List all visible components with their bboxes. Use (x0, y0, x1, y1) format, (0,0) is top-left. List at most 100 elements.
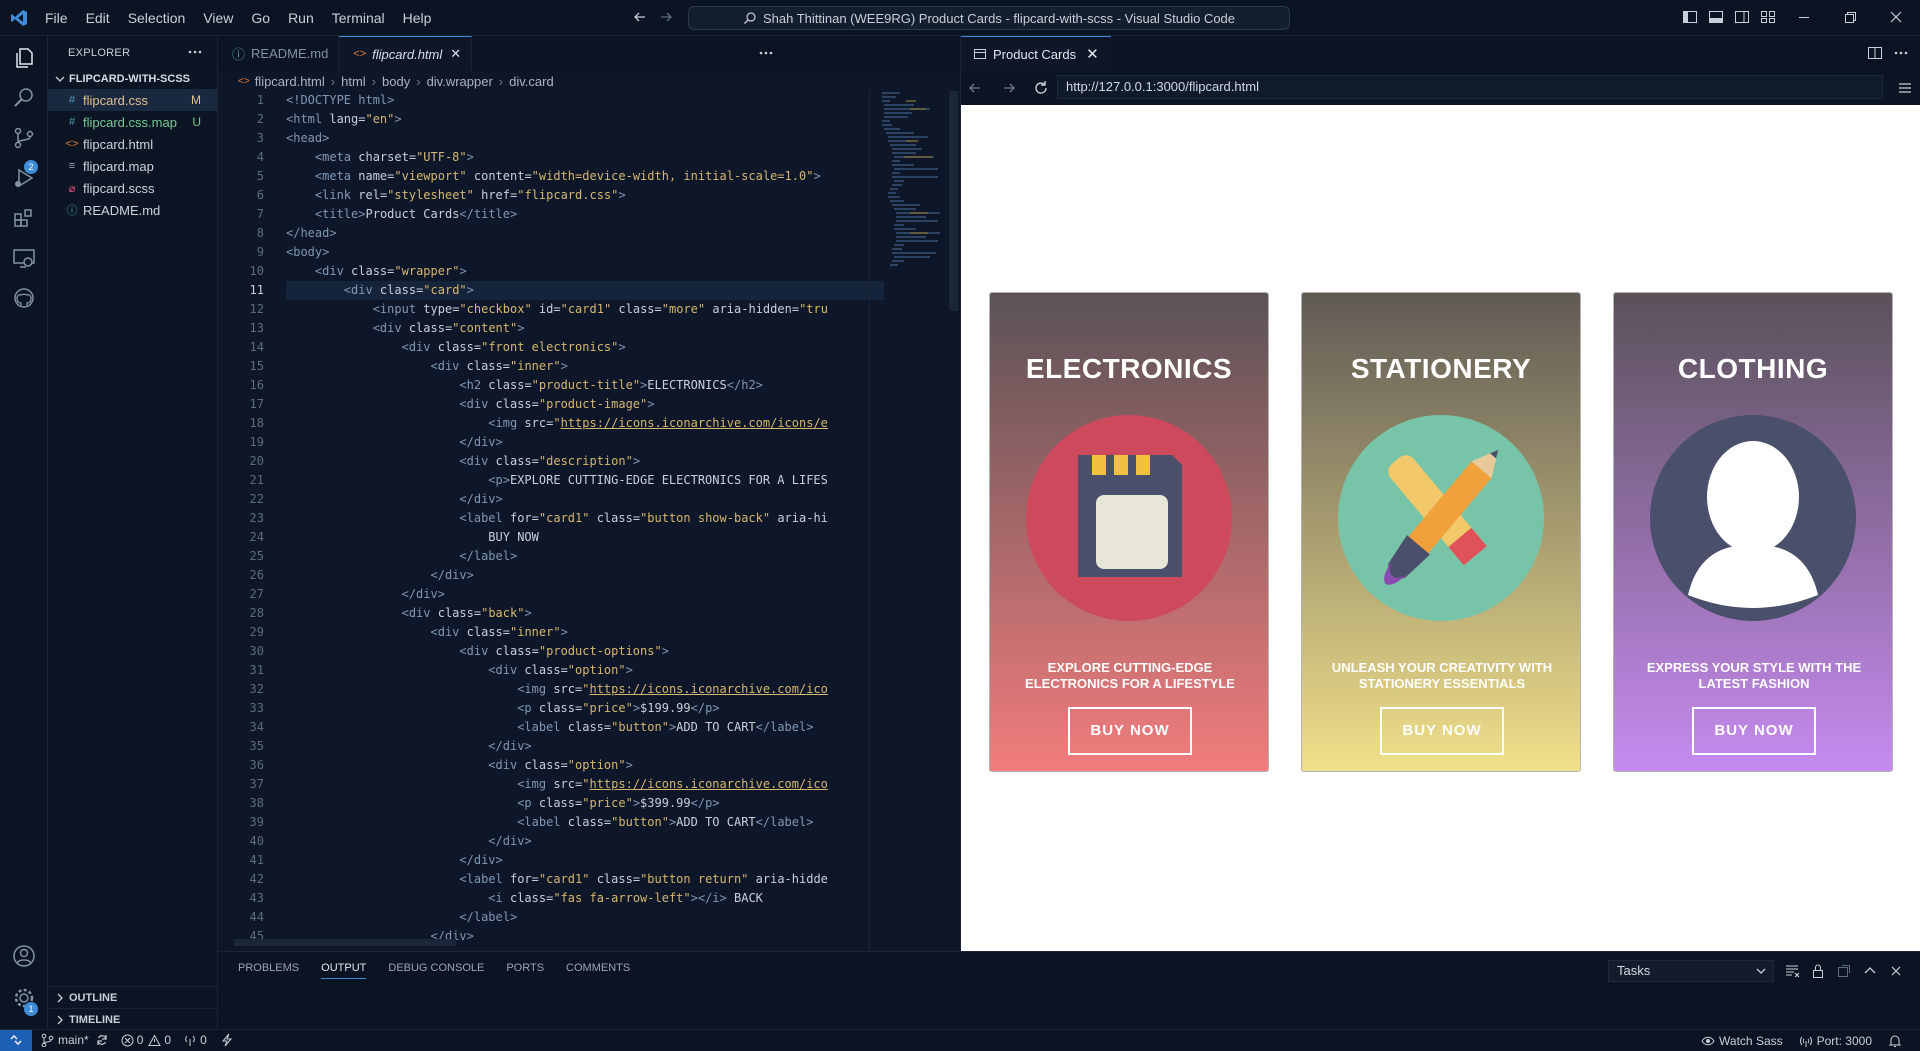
scrollbar-thumb[interactable] (949, 91, 958, 311)
file-item[interactable]: # flipcard.css M (48, 89, 217, 111)
tab-comments[interactable]: COMMENTS (566, 962, 630, 979)
split-editor-icon[interactable] (1867, 45, 1883, 61)
code-line[interactable]: </label> (286, 547, 884, 566)
code-line[interactable]: <p class="price">$199.99</p> (286, 699, 884, 718)
menu-edit[interactable]: Edit (77, 10, 119, 26)
back-arrow-icon[interactable] (632, 9, 648, 25)
account-icon[interactable] (12, 944, 36, 968)
code-line[interactable]: <meta charset="UTF-8"> (286, 148, 884, 167)
breadcrumb-item[interactable]: div.wrapper (427, 74, 493, 89)
file-item[interactable]: ≡ flipcard.map (48, 155, 217, 177)
more-actions-icon[interactable] (1893, 45, 1909, 61)
product-card-clothing[interactable]: CLOTHING EXPRESS YOUR STYLE WITH THE LAT… (1613, 292, 1893, 772)
github-icon[interactable] (12, 286, 36, 310)
code-line[interactable]: <label for="card1" class="button show-ba… (286, 509, 884, 528)
code-line[interactable]: <html lang="en"> (286, 110, 884, 129)
timeline-section[interactable]: TIMELINE (48, 1008, 218, 1030)
customize-layout-icon[interactable] (1760, 9, 1776, 25)
close-tab-icon[interactable]: ✕ (450, 46, 461, 62)
code-line[interactable]: </div> (286, 566, 884, 585)
code-line[interactable]: <img src="https://icons.iconarchive.com/… (286, 775, 884, 794)
watch-sass-button[interactable]: Watch Sass (1701, 1034, 1783, 1048)
more-actions-icon[interactable] (758, 45, 774, 61)
menu-run[interactable]: Run (279, 10, 323, 26)
remote-indicator-icon[interactable] (0, 1029, 32, 1051)
code-line[interactable]: <link rel="stylesheet" href="flipcard.cs… (286, 186, 884, 205)
code-editor[interactable]: 1 2 3 4 5 6 7 8 9 10 11 12 13 14 15 16 17 18 19 20 21 22 23 24 2… (218, 91, 960, 951)
product-card-stationery[interactable]: STATIONERY UNLEASH YOUR CREATIVITY WITH … (1301, 292, 1581, 772)
code-line[interactable]: <head> (286, 129, 884, 148)
code-line[interactable]: <div class="option"> (286, 661, 884, 680)
code-line[interactable]: <p>EXPLORE CUTTING-EDGE ELECTRONICS FOR … (286, 471, 884, 490)
menu-help[interactable]: Help (394, 10, 441, 26)
menu-go[interactable]: Go (242, 10, 279, 26)
maximize-panel-icon[interactable] (1862, 963, 1878, 979)
code-line[interactable]: <div class="product-image"> (286, 395, 884, 414)
tab-flipcard-html[interactable]: <> flipcard.html ✕ (339, 36, 473, 71)
problems-status[interactable]: 0 0 (121, 1033, 171, 1047)
ports-status[interactable]: 0 (183, 1033, 207, 1047)
code-line[interactable]: <input type="checkbox" id="card1" class=… (286, 300, 884, 319)
code-line[interactable]: <div class="card"> (286, 281, 884, 300)
code-line[interactable]: <img src="https://icons.iconarchive.com/… (286, 414, 884, 433)
url-input[interactable]: http://127.0.0.1:3000/flipcard.html (1057, 75, 1883, 99)
toggle-sidebar-icon[interactable] (1682, 9, 1698, 25)
code-line[interactable]: <div class="inner"> (286, 357, 884, 376)
product-card-electronics[interactable]: ELECTRONICS EXPLORE CUTTING-EDGE ELECTRO… (989, 292, 1269, 772)
code-line[interactable]: <div class="front electronics"> (286, 338, 884, 357)
breadcrumb-item[interactable]: body (382, 74, 410, 89)
minimize-icon[interactable] (1796, 9, 1812, 25)
notifications-bell-icon[interactable] (1888, 1034, 1902, 1048)
code-line[interactable]: <div class="back"> (286, 604, 884, 623)
menu-selection[interactable]: Selection (119, 10, 195, 26)
menu-terminal[interactable]: Terminal (323, 10, 394, 26)
explorer-icon[interactable] (12, 46, 36, 70)
code-line[interactable]: <div class="content"> (286, 319, 884, 338)
live-server-port[interactable]: Port: 3000 (1799, 1034, 1872, 1048)
close-panel-icon[interactable] (1888, 963, 1904, 979)
clear-output-icon[interactable] (1784, 963, 1800, 979)
code-line[interactable]: <label class="button">ADD TO CART</label… (286, 718, 884, 737)
code-line[interactable]: </div> (286, 851, 884, 870)
tab-readme[interactable]: ⓘ README.md (218, 36, 340, 71)
close-tab-icon[interactable]: ✕ (1086, 45, 1099, 63)
back-arrow-icon[interactable] (967, 80, 983, 96)
lightning-icon[interactable] (221, 1033, 233, 1047)
reload-icon[interactable] (1033, 80, 1049, 96)
tab-debug-console[interactable]: DEBUG CONSOLE (388, 962, 484, 979)
code-line[interactable]: <div class="description"> (286, 452, 884, 471)
tab-product-cards[interactable]: Product Cards ✕ (961, 36, 1111, 71)
output-channel-select[interactable]: Tasks (1608, 960, 1774, 982)
buy-now-button[interactable]: BUY NOW (1380, 707, 1504, 755)
extensions-icon[interactable] (12, 206, 36, 230)
code-line[interactable]: BUY NOW (286, 528, 884, 547)
tab-ports[interactable]: PORTS (506, 962, 544, 979)
code-line[interactable]: <i class="fas fa-arrow-left"></i> BACK (286, 889, 884, 908)
branch-status[interactable]: main* (40, 1033, 109, 1047)
toggle-panel-icon[interactable] (1708, 9, 1724, 25)
command-center[interactable]: Shah Thittinan (WEE9RG) Product Cards - … (688, 6, 1290, 30)
code-line[interactable]: </div> (286, 585, 884, 604)
code-lines[interactable]: <!DOCTYPE html> <html lang="en"> <head> <m… (286, 91, 884, 946)
editor-scrollbar[interactable] (947, 91, 960, 951)
search-icon[interactable] (12, 86, 36, 110)
code-line[interactable]: </div> (286, 490, 884, 509)
source-control-icon[interactable] (12, 126, 36, 150)
restore-icon[interactable] (1842, 9, 1858, 25)
code-line[interactable]: </div> (286, 832, 884, 851)
toggle-secondary-sidebar-icon[interactable] (1734, 9, 1750, 25)
code-line[interactable]: </div> (286, 737, 884, 756)
breadcrumb-item[interactable]: flipcard.html (255, 74, 325, 89)
code-line[interactable]: </head> (286, 224, 884, 243)
run-debug-icon[interactable] (12, 166, 36, 190)
code-line[interactable]: <!DOCTYPE html> (286, 91, 884, 110)
code-line[interactable]: <h2 class="product-title">ELECTRONICS</h… (286, 376, 884, 395)
code-line[interactable]: <div class="option"> (286, 756, 884, 775)
open-in-editor-icon[interactable] (1836, 963, 1852, 979)
forward-arrow-icon[interactable] (658, 9, 674, 25)
file-item[interactable]: ⓘ README.md (48, 199, 217, 221)
code-line[interactable]: <body> (286, 243, 884, 262)
breadcrumb-item[interactable]: html (341, 74, 366, 89)
file-item[interactable]: # flipcard.css.map U (48, 111, 217, 133)
close-window-icon[interactable] (1888, 9, 1904, 25)
